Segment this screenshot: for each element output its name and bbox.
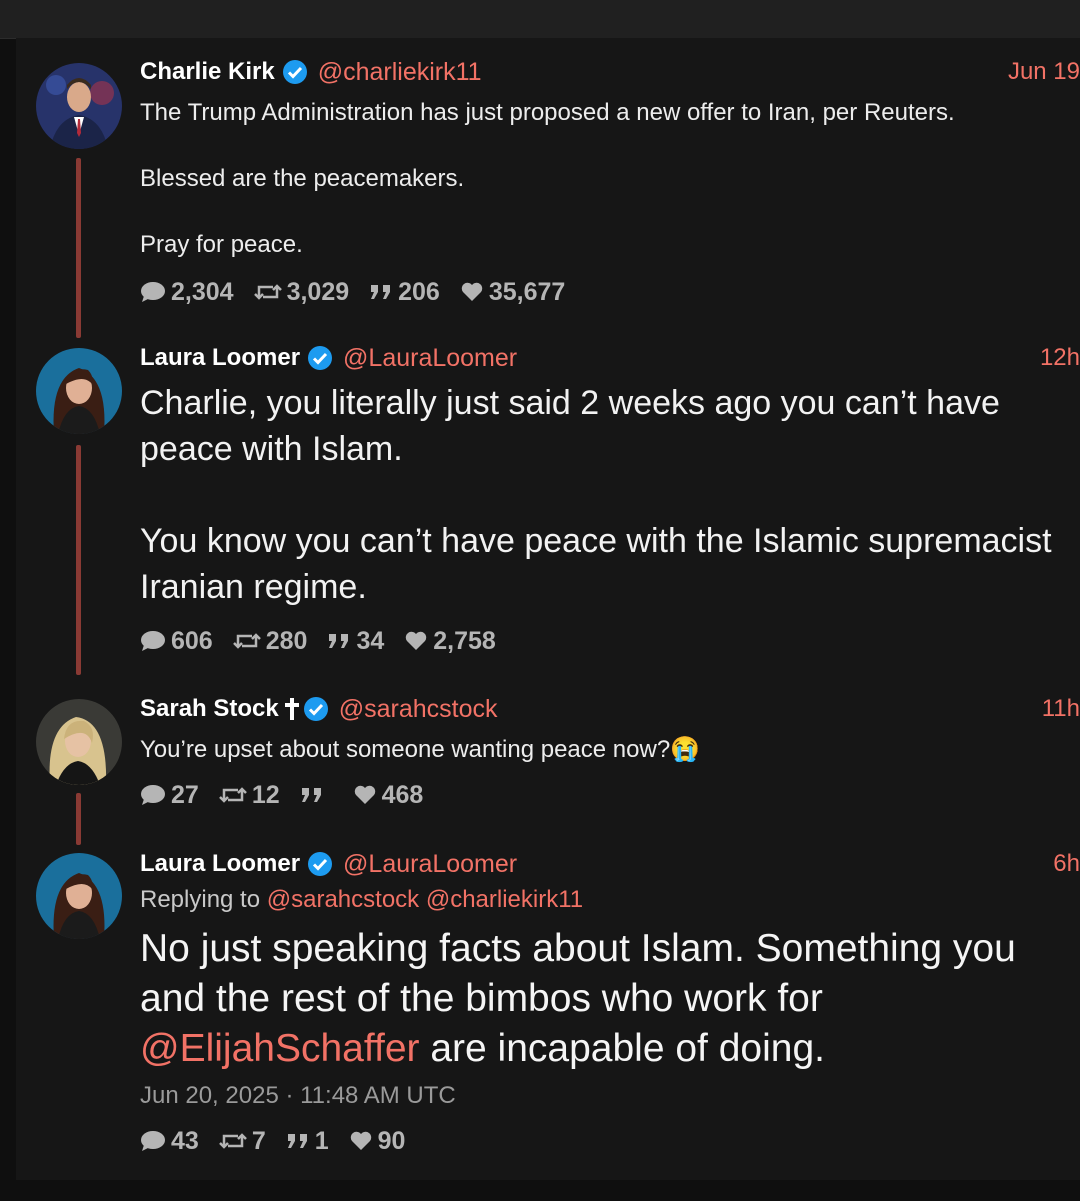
reply-count[interactable]: 27 <box>140 781 199 810</box>
tweet-stats: 2,304 3,029 206 35,677 <box>140 275 1080 309</box>
verified-icon <box>308 346 333 370</box>
quote-icon <box>329 634 349 648</box>
thread-line <box>76 158 81 338</box>
retweet-count[interactable]: 280 <box>232 627 307 656</box>
tweet-date[interactable]: 12h <box>1040 344 1080 372</box>
comment-icon <box>141 1131 165 1151</box>
tweet-header: Charlie Kirk @charliekirk11 Jun 19 <box>140 56 1080 88</box>
quote-count[interactable] <box>300 786 329 804</box>
comment-icon <box>141 282 165 302</box>
tweet-header: Laura Loomer @LauraLoomer 12h <box>140 342 1080 374</box>
username[interactable]: @LauraLoomer <box>343 850 517 879</box>
retweet-icon <box>232 633 261 649</box>
reply-count[interactable]: 43 <box>140 1127 199 1156</box>
like-count[interactable]: 90 <box>349 1127 405 1156</box>
reply-count[interactable]: 2,304 <box>140 278 234 307</box>
bottom-strip <box>0 1180 1080 1201</box>
thread-line <box>76 793 81 845</box>
verified-icon <box>303 697 328 721</box>
heart-icon <box>350 1131 371 1150</box>
tweet-date[interactable]: 6h <box>1053 850 1080 878</box>
reply-count[interactable]: 606 <box>140 627 213 656</box>
nitter-logo-icon[interactable] <box>532 0 580 20</box>
heart-icon <box>354 785 375 804</box>
like-count[interactable]: 35,677 <box>460 278 565 307</box>
reply-mention-link[interactable]: @sarahcstock <box>267 886 419 913</box>
quote-icon <box>301 788 321 802</box>
tweet-date[interactable]: Jun 19 <box>1008 58 1080 86</box>
tweet-header: Laura Loomer @LauraLoomer 6h <box>140 848 1080 880</box>
username[interactable]: @sarahcstock <box>339 695 498 724</box>
retweet-icon <box>218 1133 247 1149</box>
tweet-text: You’re upset about someone wanting peace… <box>140 736 701 763</box>
username[interactable]: @LauraLoomer <box>343 344 517 373</box>
tweet-stats: 43 7 1 90 <box>140 1124 1080 1158</box>
tweet: Charlie Kirk @charliekirk11 Jun 19 The T… <box>140 56 1080 309</box>
retweet-count[interactable]: 7 <box>218 1127 266 1156</box>
tweet-text: The Trump Administration has just propos… <box>140 99 955 258</box>
like-count[interactable]: 2,758 <box>404 627 496 656</box>
comment-icon <box>141 785 165 805</box>
comment-icon <box>141 631 165 651</box>
tweet-text: Charlie, you literally just said 2 weeks… <box>140 384 1052 606</box>
tweet-text: No just speaking facts about Islam. Some… <box>140 927 1016 1070</box>
reply-mention-link[interactable]: @charliekirk11 <box>426 886 583 913</box>
quote-icon <box>371 285 391 299</box>
mention-link[interactable]: @ElijahSchaffer <box>140 1027 420 1070</box>
display-name[interactable]: Laura Loomer <box>140 850 300 878</box>
like-count[interactable]: 468 <box>353 781 423 810</box>
verified-icon <box>282 60 307 84</box>
username[interactable]: @charliekirk11 <box>318 58 482 87</box>
thread-line <box>76 445 81 675</box>
replying-to: Replying to @sarahcstock @charliekirk11 <box>140 886 584 913</box>
quote-icon <box>287 1134 307 1148</box>
avatar[interactable] <box>36 853 122 939</box>
tweet-header: Sarah Stock @sarahcstock 11h <box>140 693 1080 725</box>
main-tweet: Laura Loomer @LauraLoomer 6h Replying to… <box>140 848 1080 1158</box>
retweet-icon <box>253 284 282 300</box>
quote-count[interactable]: 206 <box>369 278 440 307</box>
top-bar <box>0 0 1080 39</box>
avatar[interactable] <box>36 348 122 434</box>
cross-icon <box>284 698 299 720</box>
heart-icon <box>406 631 427 650</box>
heart-icon <box>461 282 483 301</box>
tweet: Laura Loomer @LauraLoomer 12h Charlie, y… <box>140 342 1080 658</box>
tweet: Sarah Stock @sarahcstock 11h You’re upse… <box>140 693 1080 812</box>
tweet-stats: 27 12 468 <box>140 778 1080 812</box>
verified-icon <box>308 852 333 876</box>
quote-count[interactable]: 34 <box>327 627 384 656</box>
avatar[interactable] <box>36 63 122 149</box>
display-name[interactable]: Sarah Stock <box>140 695 279 723</box>
display-name[interactable]: Laura Loomer <box>140 344 300 372</box>
tweet-stats: 606 280 34 2,758 <box>140 624 1080 658</box>
tweet-timestamp[interactable]: Jun 20, 2025 · 11:48 AM UTC <box>140 1080 1080 1112</box>
retweet-icon <box>218 787 247 803</box>
retweet-count[interactable]: 12 <box>218 781 280 810</box>
retweet-count[interactable]: 3,029 <box>253 278 349 307</box>
quote-count[interactable]: 1 <box>286 1127 329 1156</box>
tweet-date[interactable]: 11h <box>1042 695 1080 723</box>
display-name[interactable]: Charlie Kirk <box>140 58 275 86</box>
avatar[interactable] <box>36 699 122 785</box>
